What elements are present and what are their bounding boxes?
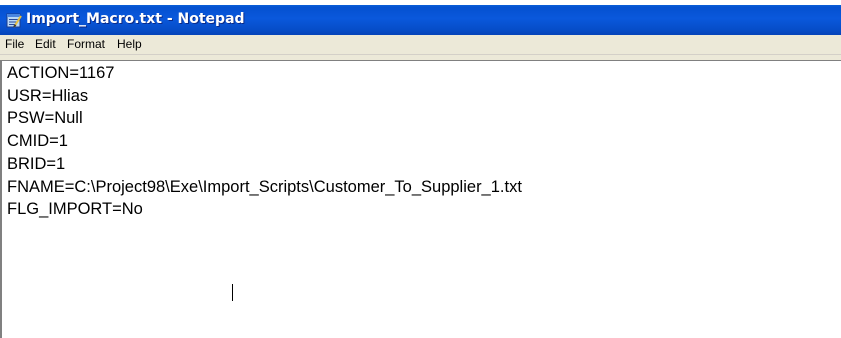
menu-help[interactable]: Help xyxy=(117,37,142,51)
text-line: FLG_IMPORT=No xyxy=(7,200,143,219)
menu-file[interactable]: File xyxy=(5,37,24,51)
title-bar[interactable]: Import_Macro.txt - Notepad xyxy=(0,5,841,35)
text-line: CMID=1 xyxy=(7,132,68,151)
menu-bar: File Edit Format Help xyxy=(0,35,841,55)
menu-format[interactable]: Format xyxy=(67,37,105,51)
text-line: USR=Hlias xyxy=(7,86,89,105)
text-line: FNAME=C:\Project98\Exe\Import_Scripts\Cu… xyxy=(7,177,522,196)
text-cursor xyxy=(232,284,233,301)
document-text: ACTION=1167 USR=Hlias PSW=Null CMID=1 BR… xyxy=(7,62,522,221)
text-line: BRID=1 xyxy=(7,154,66,173)
text-line: PSW=Null xyxy=(7,109,83,128)
text-line: ACTION=1167 xyxy=(7,64,115,82)
window-title: Import_Macro.txt - Notepad xyxy=(26,11,245,27)
text-editor-area[interactable]: ACTION=1167 USR=Hlias PSW=Null CMID=1 BR… xyxy=(0,60,841,338)
notepad-icon xyxy=(6,13,22,28)
menu-edit[interactable]: Edit xyxy=(35,37,56,51)
